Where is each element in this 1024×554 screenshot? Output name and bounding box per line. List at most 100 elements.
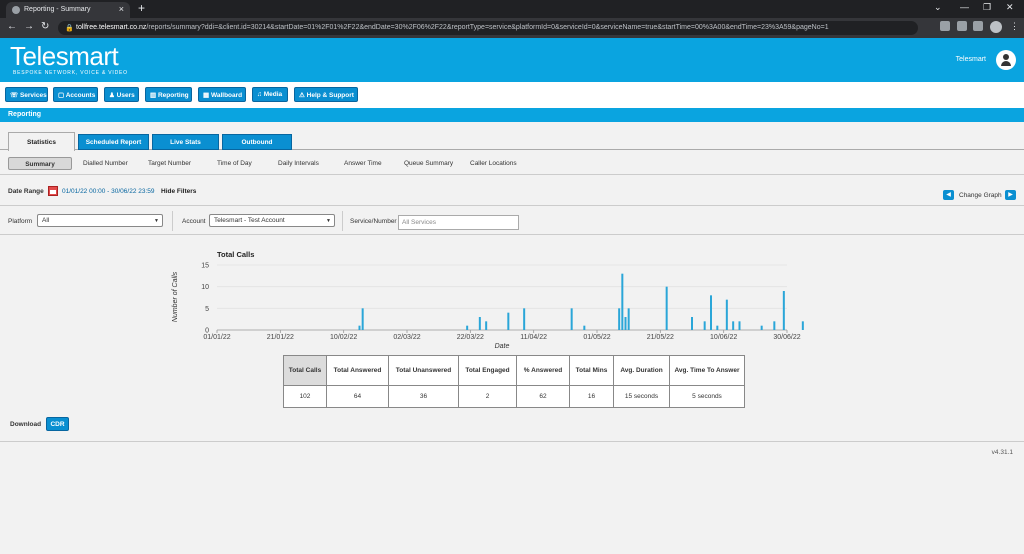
favicon-icon <box>12 6 20 14</box>
stats-value-cell: 36 <box>388 385 459 408</box>
report-tabs: Statistics Scheduled Report Live Stats O… <box>0 132 1024 151</box>
telesmart-logo[interactable]: Telesmart BESPOKE NETWORK, VOICE & VIDEO <box>10 42 128 76</box>
chart-x-tick-label: 21/05/22 <box>647 334 674 341</box>
chart-bar <box>358 325 361 330</box>
stats-header-cell: Total Calls <box>283 355 327 386</box>
subtab-summary[interactable]: Summary <box>8 157 72 170</box>
subtab-time-of-day[interactable]: Time of Day <box>217 157 252 170</box>
chart-y-axis-label: Number of Calls <box>172 271 179 322</box>
menu-help-button[interactable]: ⚠ Help & Support <box>294 87 358 102</box>
subtab-answer-time[interactable]: Answer Time <box>344 157 382 170</box>
account-select[interactable]: Telesmart - Test Account ▼ <box>209 214 335 227</box>
chart-y-tick-label: 5 <box>205 306 209 313</box>
tab-live-stats[interactable]: Live Stats <box>152 134 219 150</box>
browser-tab[interactable]: Reporting - Summary × <box>6 2 130 18</box>
chart-bar <box>478 317 481 330</box>
stats-value-cell: 64 <box>326 385 389 408</box>
date-range-value[interactable]: 01/01/22 00:00 - 30/06/22 23:59 <box>62 188 155 195</box>
filters-row: Platform All ▼ Account Telesmart - Test … <box>0 207 1024 235</box>
chart-bar <box>523 308 526 330</box>
stats-header-cell: Avg. Time To Answer <box>669 355 745 386</box>
change-graph-label: Change Graph <box>959 192 1002 199</box>
chart-bar <box>710 295 712 330</box>
menu-accounts-button[interactable]: ▢ Accounts <box>53 87 98 102</box>
service-number-label: Service/Number <box>350 218 397 225</box>
download-label: Download <box>10 421 42 428</box>
menu-reporting-label: Reporting <box>157 92 189 99</box>
side-panel-icon[interactable] <box>973 21 983 31</box>
calendar-icon[interactable] <box>48 186 58 196</box>
change-graph-prev-button[interactable]: ◀ <box>943 190 954 200</box>
chart-bar <box>485 321 488 330</box>
browser-menu-icon[interactable]: ⋮ <box>1010 21 1019 32</box>
chart-bar <box>624 317 627 330</box>
user-name[interactable]: Telesmart <box>956 56 986 63</box>
chart-x-tick-label: 11/04/22 <box>520 334 547 341</box>
chevron-down-icon: ▼ <box>154 218 159 224</box>
platform-label: Platform <box>8 218 33 225</box>
avatar-icon[interactable] <box>996 50 1016 70</box>
extensions-puzzle-icon[interactable] <box>957 21 967 31</box>
menu-media-button[interactable]: ♫ Media <box>252 87 288 102</box>
chart-bar <box>618 308 621 330</box>
chart-bar <box>665 286 668 330</box>
subtab-target-number[interactable]: Target Number <box>148 157 191 170</box>
chart-grid <box>217 264 787 331</box>
close-window-icon[interactable]: ✕ <box>1006 2 1014 13</box>
menu-services-button[interactable]: ☏ Services <box>5 87 48 102</box>
chart-bar <box>760 325 763 330</box>
chart-bar <box>570 308 573 330</box>
chart-x-tick-label: 21/01/22 <box>267 334 294 341</box>
back-icon[interactable]: ← <box>7 21 17 32</box>
logo-tagline: BESPOKE NETWORK, VOICE & VIDEO <box>13 70 128 76</box>
browser-tabstrip: Reporting - Summary × + ⌄ — ❐ ✕ <box>0 0 1024 18</box>
menu-wallboard-button[interactable]: ▦ Wallboard <box>198 87 246 102</box>
tab-statistics[interactable]: Statistics <box>8 132 75 151</box>
cdr-download-button[interactable]: CDR <box>46 417 69 431</box>
chart-bar <box>583 325 586 330</box>
extension-icon[interactable] <box>940 21 950 31</box>
date-range-label: Date Range <box>8 188 44 195</box>
menu-users-button[interactable]: ♟ Users <box>104 87 139 102</box>
profile-icon[interactable] <box>990 21 1002 33</box>
app-header: Telesmart BESPOKE NETWORK, VOICE & VIDEO… <box>0 38 1024 82</box>
subtab-caller-locations[interactable]: Caller Locations <box>470 157 517 170</box>
menu-reporting-button[interactable]: ▥ Reporting <box>145 87 192 102</box>
date-range-row: Date Range 01/01/22 00:00 - 30/06/22 23:… <box>0 178 1024 206</box>
tab-scheduled-report[interactable]: Scheduled Report <box>78 134 149 150</box>
address-bar[interactable]: 🔒 tollfree.telesmart.co.nz/reports/summa… <box>58 21 918 35</box>
hide-filters-link[interactable]: Hide Filters <box>161 188 196 195</box>
browser-tab-title: Reporting - Summary <box>24 6 91 13</box>
close-tab-icon[interactable]: × <box>119 4 124 14</box>
tab-search-icon[interactable]: ⌄ <box>934 2 942 13</box>
minimize-icon[interactable]: — <box>960 2 969 12</box>
forward-icon[interactable]: → <box>24 21 34 32</box>
platform-select[interactable]: All ▼ <box>37 214 163 227</box>
tab-outbound[interactable]: Outbound <box>222 134 292 150</box>
chart-bar <box>782 291 785 330</box>
total-calls-chart: Total Calls 051015 01/01/22 21/01/22 10/02… <box>172 250 804 350</box>
change-graph-next-button[interactable]: ▶ <box>1005 190 1016 200</box>
restore-icon[interactable]: ❐ <box>983 2 991 13</box>
chart-bar <box>801 321 804 330</box>
chart-x-tick-label: 30/06/22 <box>773 334 800 341</box>
section-title: Reporting <box>0 108 1024 122</box>
stats-header-cell: Total Unanswered <box>388 355 459 386</box>
chart-bars <box>358 273 804 330</box>
chart-bar <box>732 321 735 330</box>
subtab-queue-summary[interactable]: Queue Summary <box>404 157 453 170</box>
stats-header-cell: % Answered <box>516 355 570 386</box>
chart-bar <box>361 308 364 330</box>
subtab-dialled-number[interactable]: Dialled Number <box>83 157 128 170</box>
stats-header-row: Total Calls Total Answered Total Unanswe… <box>283 355 745 386</box>
service-number-input[interactable]: All Services <box>398 215 519 230</box>
chart-x-tick-label: 22/03/22 <box>457 334 484 341</box>
reload-icon[interactable]: ↻ <box>41 21 49 32</box>
stats-header-cell: Total Mins <box>569 355 614 386</box>
stats-value-cell: 62 <box>516 385 570 408</box>
chart-x-axis-label: Date <box>495 343 510 350</box>
new-tab-icon[interactable]: + <box>138 1 145 15</box>
subtab-daily-intervals[interactable]: Daily Intervals <box>278 157 319 170</box>
chart-x-tick-label: 01/01/22 <box>203 334 230 341</box>
chevron-down-icon: ▼ <box>326 218 331 224</box>
